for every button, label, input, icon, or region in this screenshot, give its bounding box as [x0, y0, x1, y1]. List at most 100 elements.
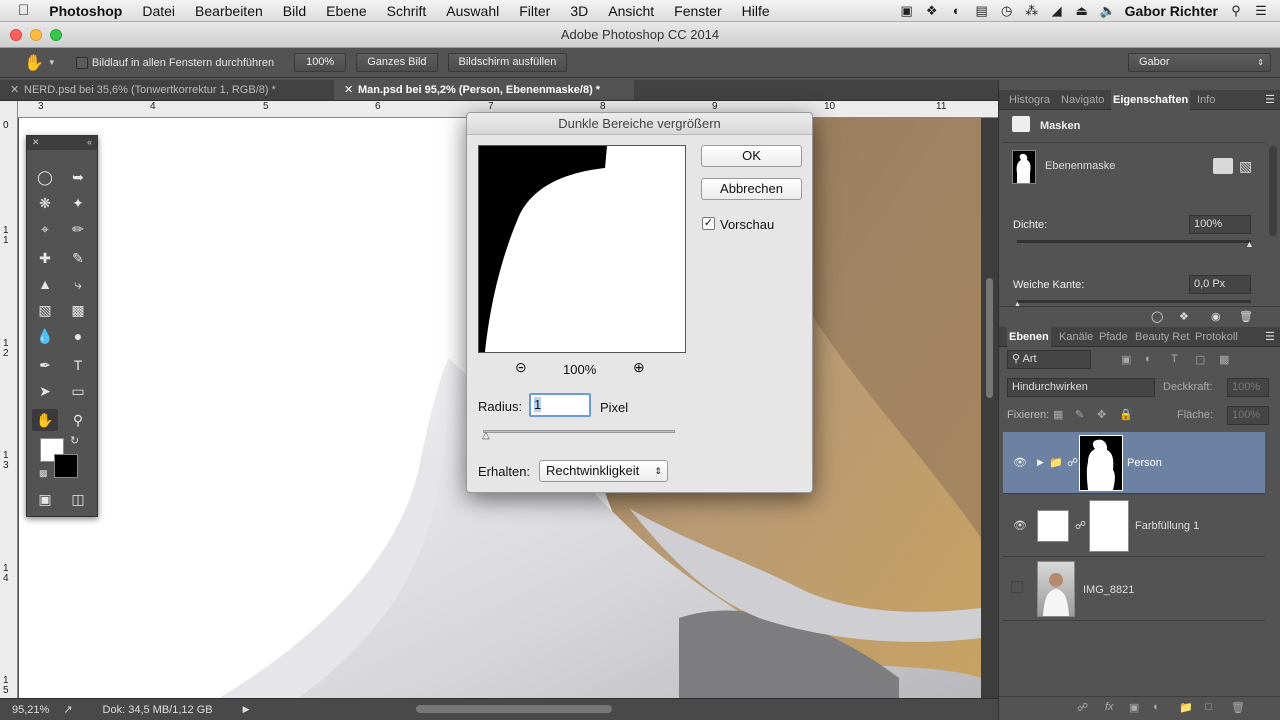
panel-menu-icon[interactable]: ☰ [1265, 93, 1275, 106]
new-group-icon[interactable]: 📁 [1179, 701, 1193, 714]
move-tool-icon[interactable]: ➥ [65, 166, 91, 188]
delete-layer-icon[interactable]: 🗑 [1231, 701, 1245, 714]
rectangle-tool-icon[interactable]: ▭ [65, 380, 91, 402]
tab-info[interactable]: Info [1195, 90, 1217, 110]
preview-checkbox[interactable]: ✓ [702, 217, 715, 230]
menu-filter[interactable]: Filter [509, 3, 560, 19]
screen-mode-icon[interactable]: ◫ [65, 488, 91, 510]
opacity-field[interactable]: 100% [1227, 378, 1269, 397]
cancel-button[interactable]: Abbrechen [701, 178, 802, 200]
horizontal-scrollbar-thumb[interactable] [416, 705, 612, 713]
menu-schrift[interactable]: Schrift [377, 3, 437, 19]
filter-pixel-icon[interactable]: ▣ [1121, 353, 1131, 366]
quick-mask-icon[interactable]: ▣ [32, 488, 58, 510]
scroll-all-checkbox[interactable] [75, 56, 88, 69]
lasso-tool-icon[interactable]: ❋ [32, 192, 58, 214]
menu-bearbeiten[interactable]: Bearbeiten [185, 3, 273, 19]
radius-slider-track[interactable] [483, 430, 675, 433]
panel-scrollbar[interactable] [1269, 146, 1277, 236]
brush-tool-icon[interactable]: ✎ [65, 247, 91, 269]
pen-tool-icon[interactable]: ✒ [32, 354, 58, 376]
quick-selection-tool-icon[interactable]: ✦ [65, 192, 91, 214]
display-icon[interactable]: ▣ [900, 4, 914, 18]
layer-name-img[interactable]: IMG_8821 [1083, 584, 1134, 596]
zoom-window-button[interactable] [50, 29, 62, 41]
tab-navigator[interactable]: Navigato [1059, 90, 1106, 110]
preview-pane[interactable] [478, 145, 686, 353]
tab-paths[interactable]: Pfade [1097, 327, 1130, 347]
screen-icon[interactable]: ▤ [975, 4, 989, 18]
feather-slider[interactable] [1017, 300, 1251, 303]
path-selection-tool-icon[interactable]: ➤ [32, 380, 58, 402]
layer-filter-select[interactable]: ⚲ Art [1007, 350, 1091, 369]
user-name[interactable]: Gabor Richter [1125, 3, 1218, 19]
preserve-select[interactable]: Rechtwinkligkeit ⇕ [539, 460, 668, 482]
layer-row-img[interactable]: IMG_8821 [1003, 557, 1265, 621]
filter-type-icon[interactable]: T [1171, 353, 1178, 365]
lock-position-icon[interactable]: ✥ [1097, 408, 1106, 421]
density-field[interactable]: 100% [1189, 215, 1251, 234]
new-layer-icon[interactable]: □ [1205, 701, 1212, 713]
panel-menu-icon[interactable]: ☰ [1265, 330, 1275, 343]
tab-beauty-retouch[interactable]: Beauty Ret [1133, 327, 1191, 347]
gradient-tool-icon[interactable]: ▩ [65, 299, 91, 321]
wifi-icon[interactable]: ◢ [1050, 4, 1064, 18]
tab-man[interactable]: ✕ Man.psd bei 95,2% (Person, Ebenenmaske… [334, 80, 634, 100]
visibility-eye-icon[interactable]: 👁 [1013, 456, 1027, 469]
preset-dropdown-icon[interactable]: ▼ [48, 58, 56, 67]
blend-mode-select[interactable]: Hindurchwirken [1007, 378, 1155, 397]
feather-field[interactable]: 0,0 Px [1189, 275, 1251, 294]
link-layers-icon[interactable]: ☍ [1077, 701, 1088, 714]
healing-brush-tool-icon[interactable]: ✚ [32, 247, 58, 269]
ellipse-marquee-tool-icon[interactable]: ◯ [32, 166, 58, 188]
crop-tool-icon[interactable]: ⌖ [32, 218, 58, 240]
apply-mask-icon[interactable]: ❖ [1179, 310, 1189, 323]
radius-input[interactable]: 1 [529, 393, 591, 417]
minimize-window-button[interactable] [30, 29, 42, 41]
eraser-tool-icon[interactable]: ▧ [32, 299, 58, 321]
search-icon[interactable]: ⚲ [1229, 4, 1243, 18]
mask-link-icon[interactable]: ☍ [1075, 519, 1086, 532]
default-colors-icon[interactable]: ▩ [39, 468, 48, 479]
expand-group-icon[interactable]: ▶ [1037, 457, 1044, 468]
filter-smart-object-icon[interactable]: ▩ [1219, 353, 1229, 366]
lock-transparent-icon[interactable]: ▦ [1053, 408, 1063, 421]
zoom-level[interactable]: 95,21% [12, 704, 49, 716]
vector-mask-icon[interactable]: ▧ [1239, 158, 1252, 175]
status-menu-arrow-icon[interactable]: ▶ [243, 704, 250, 715]
tab-properties[interactable]: Eigenschaften [1111, 90, 1191, 110]
scrollbar-thumb[interactable] [986, 278, 993, 398]
menu-ansicht[interactable]: Ansicht [598, 3, 664, 19]
apple-menu[interactable]:  [0, 2, 39, 19]
density-slider-thumb[interactable]: ▲ [1245, 239, 1254, 249]
dropbox-icon[interactable]: ❖ [925, 4, 939, 18]
menu-3d[interactable]: 3D [560, 3, 598, 19]
mask-thumbnail[interactable] [1012, 150, 1036, 184]
menu-hilfe[interactable]: Hilfe [732, 3, 780, 19]
collapse-panel-icon[interactable]: « [87, 137, 92, 147]
tab-nerd[interactable]: ✕ NERD.psd bei 35,6% (Tonwertkorrektur 1… [0, 80, 334, 100]
fill-screen-button[interactable]: Bildschirm ausfüllen [447, 53, 568, 72]
close-panel-icon[interactable]: ✕ [32, 137, 40, 148]
vertical-scrollbar[interactable] [981, 118, 998, 698]
layer-row-color-fill[interactable]: 👁 ☍ Farbfüllung 1 [1003, 494, 1265, 557]
workspace-select[interactable]: Gabor ⇕ [1128, 53, 1271, 72]
photo-thumbnail[interactable] [1037, 561, 1075, 617]
close-window-button[interactable] [10, 29, 22, 41]
background-color-swatch[interactable] [54, 454, 78, 478]
ok-button[interactable]: OK [701, 145, 802, 167]
person-mask-thumbnail[interactable] [1079, 435, 1123, 491]
density-slider[interactable] [1017, 240, 1251, 243]
tab-history[interactable]: Protokoll [1193, 327, 1240, 347]
pixel-mask-icon[interactable] [1213, 158, 1233, 174]
toolbox-header[interactable]: ✕ « [27, 136, 97, 150]
lock-all-icon[interactable]: 🔒 [1119, 408, 1133, 421]
radius-slider-thumb[interactable]: △ [482, 430, 490, 441]
menu-auswahl[interactable]: Auswahl [436, 3, 509, 19]
eject-icon[interactable]: ⏏ [1075, 4, 1089, 18]
delete-mask-icon[interactable]: 🗑 [1239, 310, 1253, 323]
layer-name-person[interactable]: Person [1127, 457, 1162, 469]
menu-datei[interactable]: Datei [132, 3, 185, 19]
clone-stamp-tool-icon[interactable]: ▲ [32, 273, 58, 295]
history-brush-tool-icon[interactable]: ⤷ [65, 273, 91, 295]
